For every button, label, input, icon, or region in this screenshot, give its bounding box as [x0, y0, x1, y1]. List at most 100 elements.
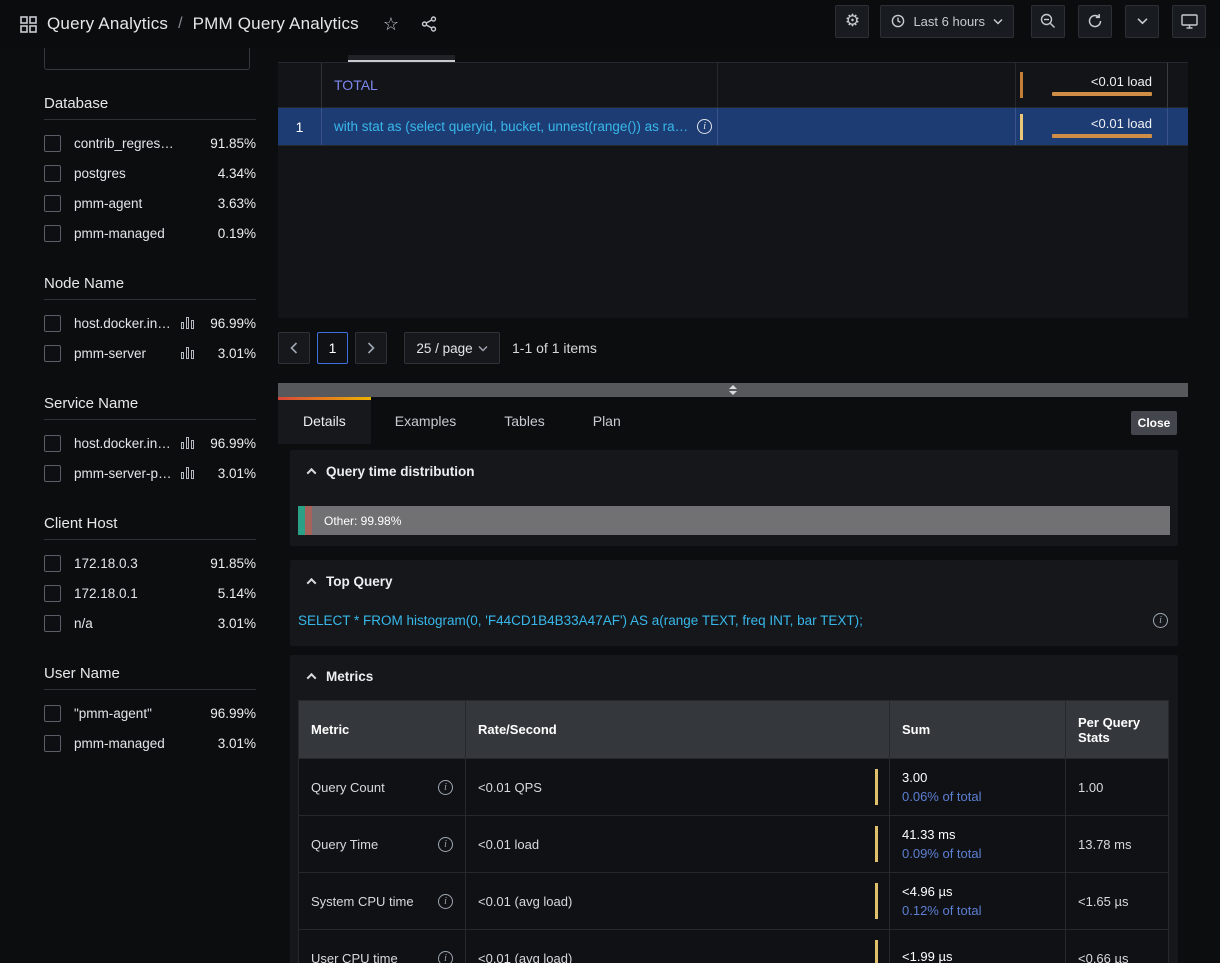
- checkbox[interactable]: [44, 735, 61, 752]
- query-link[interactable]: with stat as (select queryid, bucket, un…: [334, 119, 688, 134]
- section-header[interactable]: Top Query: [290, 560, 1178, 589]
- table-row-selected[interactable]: 1 with stat as (select queryid, bucket, …: [278, 108, 1188, 146]
- filter-item-node-0[interactable]: host.docker.in… 96.99%: [44, 308, 256, 338]
- star-icon[interactable]: ☆: [383, 14, 399, 35]
- load-value: <0.01 load: [1091, 116, 1152, 131]
- metric-sum: 3.00: [902, 770, 1053, 785]
- settings-button[interactable]: ⚙: [835, 5, 869, 38]
- bar-chart-icon[interactable]: [181, 467, 194, 479]
- clock-icon: [891, 14, 905, 28]
- filter-item-username-0[interactable]: "pmm-agent" 96.99%: [44, 698, 256, 728]
- filter-item-database-0[interactable]: contrib_regres… 91.85%: [44, 128, 256, 158]
- metric-sum-percent-link[interactable]: 0.09% of total: [902, 846, 1053, 861]
- kiosk-mode-button[interactable]: [1172, 5, 1206, 38]
- bar-chart-icon[interactable]: [181, 317, 194, 329]
- filter-item-node-1[interactable]: pmm-server 3.01%: [44, 338, 256, 368]
- tab-details[interactable]: Details: [278, 397, 371, 444]
- filter-percent: 3.01%: [204, 466, 256, 481]
- section-title: Top Query: [326, 574, 393, 589]
- section-header[interactable]: Metrics: [290, 655, 1178, 684]
- total-label[interactable]: TOTAL: [334, 77, 378, 93]
- filter-section-title: Service Name: [44, 395, 256, 412]
- filter-item-clienthost-0[interactable]: 172.18.0.3 91.85%: [44, 548, 256, 578]
- info-icon[interactable]: [438, 951, 453, 963]
- time-distribution-bar: Other: 99.98%: [298, 506, 1170, 535]
- row-number-cell: 1: [278, 108, 322, 145]
- divider: [44, 299, 256, 300]
- filter-section-database: Database contrib_regres… 91.85% postgres…: [44, 95, 256, 248]
- metric-row-user-cpu-time: User CPU time <0.01 (avg load) <1.99 µs …: [299, 930, 1169, 963]
- zoom-out-button[interactable]: [1031, 5, 1065, 38]
- tab-tables[interactable]: Tables: [480, 397, 568, 444]
- metric-per-query: 1.00: [1078, 780, 1103, 795]
- table-row-total[interactable]: TOTAL <0.01 load: [278, 63, 1188, 108]
- checkbox[interactable]: [44, 555, 61, 572]
- breadcrumb-page-title: PMM Query Analytics: [193, 14, 359, 34]
- checkbox[interactable]: [44, 705, 61, 722]
- refresh-button[interactable]: [1078, 5, 1112, 38]
- filter-item-service-1[interactable]: pmm-server-p… 3.01%: [44, 458, 256, 488]
- filter-item-database-3[interactable]: pmm-managed 0.19%: [44, 218, 256, 248]
- page-number-button[interactable]: 1: [317, 332, 348, 364]
- row-number-cell: [278, 63, 322, 107]
- bar-chart-icon[interactable]: [181, 347, 194, 359]
- checkbox[interactable]: [44, 345, 61, 362]
- filter-percent: 5.14%: [218, 586, 256, 601]
- checkbox[interactable]: [44, 135, 61, 152]
- prev-page-button[interactable]: [278, 332, 310, 364]
- time-range-picker[interactable]: Last 6 hours: [880, 5, 1014, 38]
- col-metric: Metric: [299, 701, 466, 759]
- filter-label: postgres: [74, 166, 126, 181]
- load-bar: [1052, 134, 1152, 138]
- refresh-interval-dropdown[interactable]: [1125, 5, 1159, 38]
- checkbox[interactable]: [44, 615, 61, 632]
- rate-sparkline: [875, 826, 878, 862]
- filter-item-service-0[interactable]: host.docker.in… 96.99%: [44, 428, 256, 458]
- info-icon[interactable]: [438, 837, 453, 852]
- metric-per-query: 13.78 ms: [1078, 837, 1131, 852]
- filter-item-database-1[interactable]: postgres 4.34%: [44, 158, 256, 188]
- tab-plan[interactable]: Plan: [569, 397, 645, 444]
- breadcrumb-section[interactable]: Query Analytics: [47, 14, 168, 34]
- metric-name: User CPU time: [311, 951, 398, 963]
- checkbox[interactable]: [44, 195, 61, 212]
- close-button[interactable]: Close: [1131, 411, 1177, 435]
- filter-search-input[interactable]: [44, 48, 250, 70]
- section-header[interactable]: Query time distribution: [290, 450, 1178, 479]
- filter-item-clienthost-2[interactable]: n/a 3.01%: [44, 608, 256, 638]
- load-bar: [1052, 92, 1152, 96]
- load-column-header-remnant[interactable]: [348, 55, 455, 62]
- page-size-select[interactable]: 25 / page: [404, 332, 500, 364]
- filter-label: host.docker.in…: [74, 316, 171, 331]
- info-icon[interactable]: [438, 780, 453, 795]
- filter-percent: 0.19%: [218, 226, 256, 241]
- top-query-sql[interactable]: SELECT * FROM histogram(0, 'F44CD1B4B33A…: [298, 613, 1141, 628]
- share-icon[interactable]: [421, 16, 437, 32]
- pagination-summary: 1-1 of 1 items: [512, 340, 597, 356]
- info-icon[interactable]: [697, 119, 712, 134]
- info-icon[interactable]: [438, 894, 453, 909]
- filter-item-clienthost-1[interactable]: 172.18.0.1 5.14%: [44, 578, 256, 608]
- info-icon[interactable]: [1153, 613, 1168, 628]
- bar-chart-icon[interactable]: [181, 437, 194, 449]
- next-page-button[interactable]: [355, 332, 387, 364]
- spacer-cell: [1168, 63, 1188, 107]
- metric-sum-percent-link[interactable]: 0.12% of total: [902, 903, 1053, 918]
- filter-item-database-2[interactable]: pmm-agent 3.63%: [44, 188, 256, 218]
- metric-sum-percent-link[interactable]: 0.06% of total: [902, 789, 1053, 804]
- checkbox[interactable]: [44, 225, 61, 242]
- apps-grid-icon[interactable]: [20, 16, 37, 33]
- checkbox[interactable]: [44, 585, 61, 602]
- tab-examples[interactable]: Examples: [371, 397, 480, 444]
- load-sparkline: [1020, 72, 1023, 98]
- checkbox[interactable]: [44, 465, 61, 482]
- divider: [44, 689, 256, 690]
- checkbox[interactable]: [44, 435, 61, 452]
- filter-percent: 91.85%: [210, 136, 256, 151]
- panel-splitter[interactable]: [278, 383, 1188, 397]
- spacer-cell: [718, 108, 1016, 145]
- filter-item-username-1[interactable]: pmm-managed 3.01%: [44, 728, 256, 758]
- checkbox[interactable]: [44, 315, 61, 332]
- checkbox[interactable]: [44, 165, 61, 182]
- qan-dashboard: Query Analytics / PMM Query Analytics ☆ …: [0, 0, 1220, 963]
